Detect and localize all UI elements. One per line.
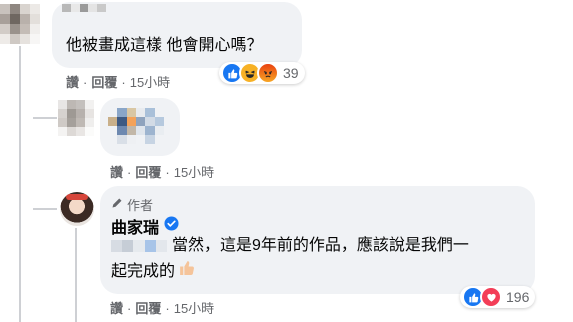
thumbs-up-emoji-icon: [178, 259, 195, 285]
reaction-count: 196: [506, 289, 530, 305]
like-button[interactable]: 讚: [110, 165, 123, 180]
love-icon: [480, 286, 502, 308]
reply-button[interactable]: 回覆: [91, 75, 117, 90]
angry-icon: [257, 62, 279, 84]
comment-actions: 讚 · 回覆 · 15小時: [66, 75, 171, 90]
redacted-image: [108, 108, 164, 144]
comment-text: 他被畫成這樣 他會開心嗎？: [66, 37, 263, 54]
reply-button[interactable]: 回覆: [135, 301, 161, 316]
thread-connector: [33, 117, 57, 119]
comment-text-line2: 起完成的: [111, 259, 195, 285]
author-name[interactable]: 曲家瑞: [111, 214, 159, 238]
author-avatar[interactable]: [60, 192, 94, 226]
avatar[interactable]: [0, 4, 40, 44]
timestamp[interactable]: 15小時: [174, 165, 214, 180]
like-button[interactable]: 讚: [66, 75, 79, 90]
thread-connector: [33, 208, 57, 210]
reaction-summary[interactable]: 39: [219, 62, 305, 84]
timestamp[interactable]: 15小時: [174, 301, 214, 316]
timestamp[interactable]: 15小時: [130, 75, 170, 90]
tagged-name-redacted[interactable]: [111, 240, 167, 252]
like-button[interactable]: 讚: [110, 301, 123, 316]
thread-line: [75, 228, 77, 322]
avatar[interactable]: [58, 100, 94, 136]
commenter-name-redacted: [62, 4, 106, 12]
reaction-summary[interactable]: 196: [460, 286, 536, 308]
comment-actions: 讚 · 回覆 · 15小時: [110, 165, 215, 180]
pencil-icon: [111, 197, 123, 212]
author-badge: 作者: [111, 195, 153, 214]
thread-line: [19, 46, 21, 322]
author-name-row: 曲家瑞: [111, 214, 179, 238]
comment-actions: 讚 · 回覆 · 15小時: [110, 301, 215, 316]
reply-button[interactable]: 回覆: [135, 165, 161, 180]
reaction-count: 39: [283, 65, 299, 81]
comment-text-line1: 當然，這是9年前的作品，應該說是我們一: [172, 237, 469, 254]
